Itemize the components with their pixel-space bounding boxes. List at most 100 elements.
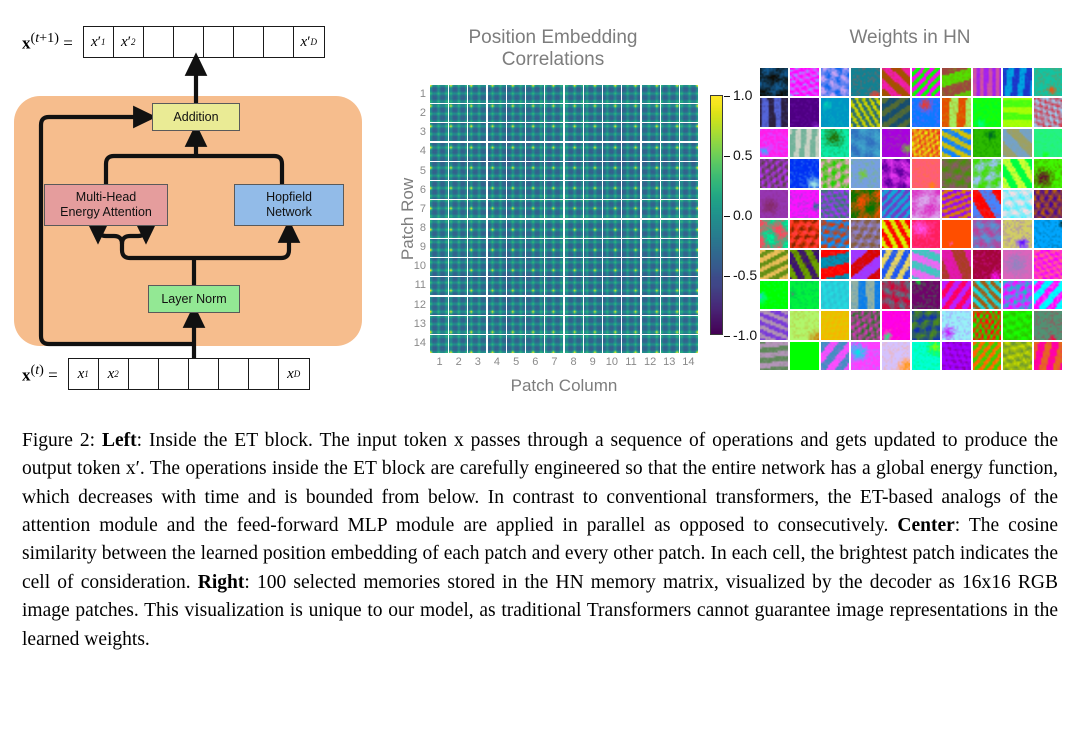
- x-tick-label: 7: [551, 356, 558, 368]
- hn-memory-patch: [760, 311, 789, 340]
- heatmap-cell: [430, 181, 449, 200]
- heatmap-cell: [564, 200, 583, 219]
- heatmap-cell: [660, 238, 679, 257]
- hn-memory-patch: [760, 128, 789, 158]
- node-multi-head-energy-attention[interactable]: Multi-Head Energy Attention: [44, 184, 168, 226]
- hn-memory-patch: [911, 341, 941, 370]
- heatmap-cell: [430, 104, 449, 123]
- heatmap-cell: [487, 181, 506, 200]
- center-title-line2: Correlations: [501, 49, 605, 71]
- hn-memory-patch: [972, 280, 1002, 310]
- heatmap-cell: [430, 277, 449, 296]
- x-tick-label: 11: [625, 356, 637, 368]
- hn-memory-patch: [1033, 189, 1062, 218]
- heatmap-cell: [660, 123, 679, 142]
- heatmap-cell: [603, 219, 622, 238]
- heatmap-cell: [660, 219, 679, 238]
- heatmap-cell: [468, 219, 487, 238]
- node-addition[interactable]: Addition: [152, 103, 240, 131]
- heatmap-cell: [603, 277, 622, 296]
- token-cell: xD: [287, 365, 301, 382]
- heatmap-cell: [603, 296, 622, 315]
- heatmap-cell: [641, 334, 660, 353]
- hn-memory-patch: [911, 98, 941, 127]
- heatmap-cell: [449, 258, 468, 277]
- heatmap-cell: [506, 315, 525, 334]
- heatmap-cell: [603, 161, 622, 180]
- heatmap-cell: [583, 85, 602, 104]
- hn-memory-patch: [851, 250, 880, 279]
- heatmap-cell: [430, 123, 449, 142]
- heatmap-cell: [545, 161, 564, 180]
- caption-right-bold: Right: [197, 571, 245, 593]
- x-tick-label: 6: [532, 356, 539, 368]
- hn-memory-patch: [1003, 280, 1032, 310]
- hn-memory-patch: [1003, 189, 1032, 218]
- heatmap-cell: [583, 200, 602, 219]
- heatmap-cell: [660, 334, 679, 353]
- heatmap-cell: [449, 315, 468, 334]
- input-token-cells: x1 x2 xD: [67, 358, 310, 390]
- hn-memory-patch: [760, 68, 789, 97]
- heatmap-cell: [603, 142, 622, 161]
- heatmap-cell: [564, 334, 583, 353]
- heatmap-cell: [526, 277, 545, 296]
- hn-memory-patch: [1003, 250, 1032, 279]
- token-cell: [159, 359, 189, 389]
- hn-memory-patch: [942, 219, 971, 249]
- hn-memory-patch: [851, 280, 880, 310]
- node-layer-norm[interactable]: Layer Norm: [148, 285, 240, 313]
- heatmap-cell: [545, 277, 564, 296]
- hn-memory-patch: [911, 311, 941, 340]
- heatmap-cell: [545, 85, 564, 104]
- hn-memory-patch: [911, 128, 941, 158]
- caption-figure-number: Figure 2:: [22, 430, 96, 451]
- hn-memory-patch: [942, 341, 971, 370]
- hn-memory-patch: [911, 68, 941, 97]
- y-tick-label: 11: [414, 279, 426, 292]
- y-tick-label: 9: [419, 241, 426, 254]
- heatmap-cell: [660, 200, 679, 219]
- heatmap-cell: [430, 258, 449, 277]
- figure-caption: Figure 2: Left: Inside the ET block. The…: [22, 427, 1058, 654]
- heatmap-cell: [449, 161, 468, 180]
- heatmap-cell: [545, 296, 564, 315]
- x-tick-label: 13: [663, 356, 676, 368]
- hn-memory-patch: [760, 280, 789, 310]
- heatmap-cell: [449, 200, 468, 219]
- heatmap-cell: [506, 296, 525, 315]
- y-tick-label: 12: [413, 298, 426, 311]
- heatmap-cell: [660, 85, 679, 104]
- heatmap-cell: [487, 104, 506, 123]
- heatmap-cell: [506, 161, 525, 180]
- colorbar-wrapper: 1.0 0.5 0.0 -0.5 -1.0: [710, 87, 757, 343]
- figure-2: x(t+1) = x ′ 1 x ′ 2 x ′ D Addition Mult…: [0, 0, 1080, 408]
- heatmap-cell: [449, 277, 468, 296]
- hn-memory-patch: [790, 189, 819, 218]
- y-tick-label: 8: [419, 222, 426, 234]
- heatmap-cell: [449, 181, 468, 200]
- heatmap-cell: [660, 161, 679, 180]
- heatmap-cell: [603, 200, 622, 219]
- heatmap-cell: [641, 315, 660, 334]
- heatmap-cell: [545, 219, 564, 238]
- node-hopfield-network[interactable]: Hopfield Network: [234, 184, 344, 226]
- hn-memory-patch: [790, 68, 819, 97]
- heatmap-cell: [641, 161, 660, 180]
- heatmap-cell: [622, 315, 641, 334]
- heatmap-cell: [679, 315, 698, 334]
- hn-memory-patch: [760, 159, 789, 188]
- heatmap-cell: [641, 296, 660, 315]
- heatmap-cell: [468, 277, 487, 296]
- heatmap-cell: [526, 123, 545, 142]
- hn-memory-patch: [881, 68, 910, 97]
- hn-memory-patch: [1033, 98, 1062, 127]
- hn-memory-patch: [820, 189, 850, 218]
- hn-memory-patch: [1033, 280, 1062, 310]
- heatmap-cell: [660, 142, 679, 161]
- heatmap-cell: [622, 161, 641, 180]
- input-token-label: x(t) =: [22, 362, 58, 385]
- y-tick-label: 5: [419, 164, 426, 177]
- hn-memory-patch: [820, 159, 850, 188]
- heatmap-cell: [545, 181, 564, 200]
